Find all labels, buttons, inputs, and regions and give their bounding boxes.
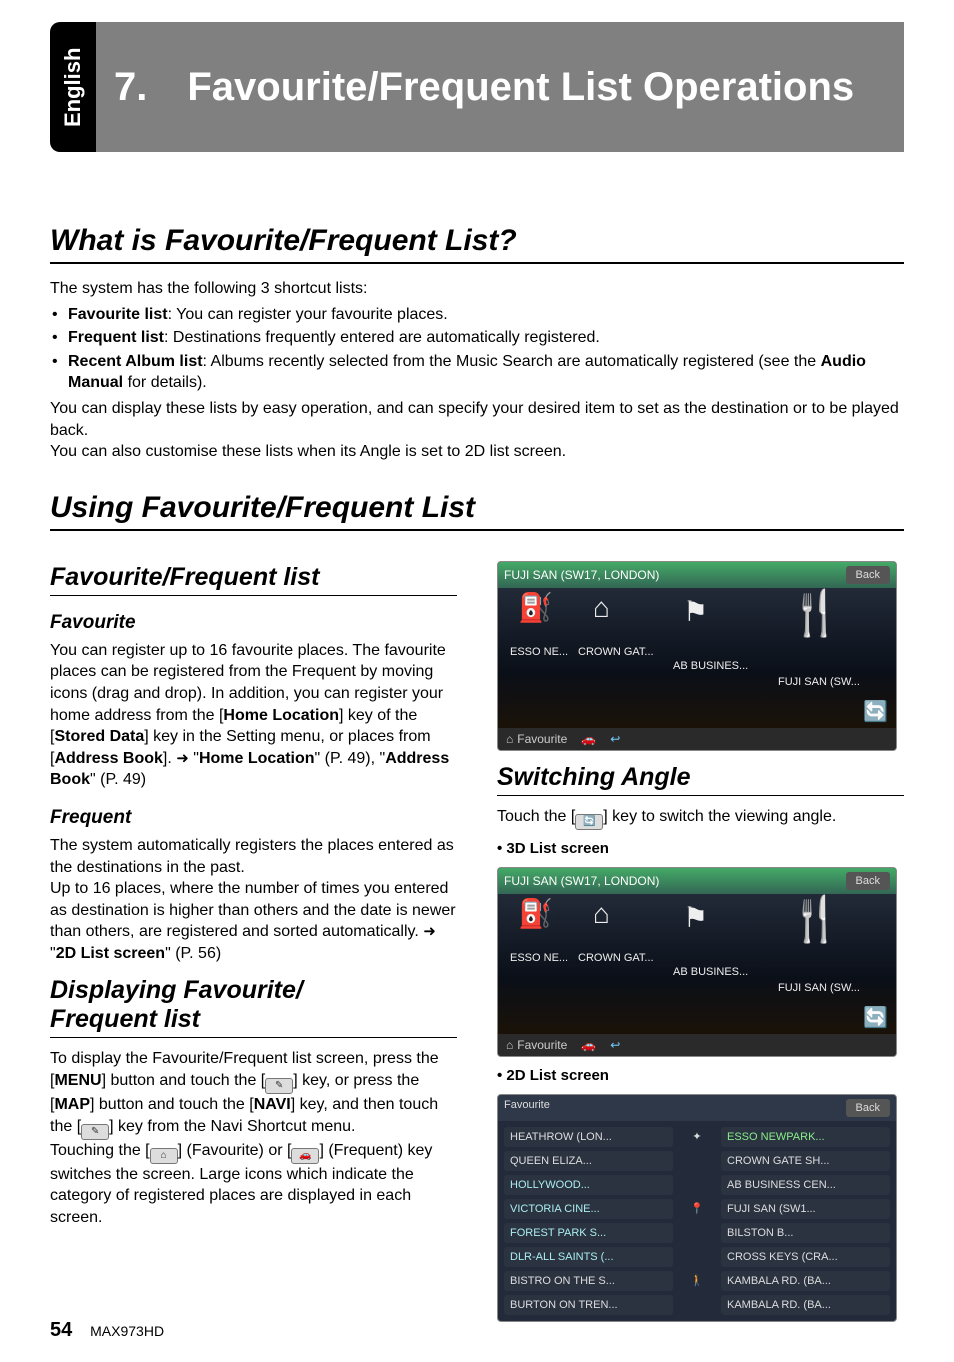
list-item[interactable]: QUEEN ELIZA... [504, 1151, 673, 1171]
ss-title: FUJI SAN (SW17, LONDON) [504, 874, 659, 888]
displaying-paragraph: To display the Favourite/Frequent list s… [50, 1048, 457, 1228]
screenshot-3d-list: FUJI SAN (SW17, LONDON) Back ⛽ ⌂ ⚑ 🍴 ESS… [497, 867, 897, 1057]
list-item[interactable]: FUJI SAN (SW1... [721, 1199, 890, 1219]
ss-label: CROWN GAT... [578, 646, 654, 658]
pointer-icon: 📍 [677, 1199, 717, 1219]
bullet-favourite: Favourite list: You can register your fa… [50, 304, 904, 326]
frequent-tab-icon[interactable]: 🚗 [581, 732, 596, 746]
back-button[interactable]: Back [846, 1099, 890, 1117]
frequent-p1: The system automatically registers the p… [50, 835, 457, 878]
list-item[interactable]: CROWN GATE SH... [721, 1151, 890, 1171]
subhead-displaying: Displaying Favourite/ Frequent list [50, 976, 457, 1038]
list-item[interactable]: HOLLYWOOD... [504, 1175, 673, 1195]
screenshot-3d-list-top: FUJI SAN (SW17, LONDON) Back ⛽ ⌂ ⚑ 🍴 ESS… [497, 561, 897, 751]
heading-frequent: Frequent [50, 807, 457, 829]
ss-label: FUJI SAN (SW... [778, 676, 860, 688]
subhead-fav-freq-list: Favourite/Frequent list [50, 563, 457, 596]
home-icon: ⌂ [593, 900, 610, 928]
bullet-3d-list: 3D List screen [497, 840, 904, 857]
shortcut-icon: ✎ [265, 1078, 293, 1094]
list-item[interactable]: VICTORIA CINE... [504, 1199, 673, 1219]
favourite-paragraph: You can register up to 16 favourite plac… [50, 640, 457, 791]
list-item[interactable]: BISTRO ON THE S... [504, 1271, 673, 1291]
ss2-title: Favourite [504, 1099, 550, 1117]
angle-switch-icon: 🔄 [575, 814, 603, 830]
chapter-banner: 7. Favourite/Frequent List Operations [96, 22, 904, 152]
list-item[interactable]: ESSO NEWPARK... [721, 1127, 890, 1147]
page-number: 54 [50, 1319, 72, 1341]
favourite-tab[interactable]: ⌂ Favourite [506, 732, 567, 746]
compass-icon: ✦ [677, 1127, 717, 1147]
heading-favourite: Favourite [50, 612, 457, 634]
section-using: Using Favourite/Frequent List [50, 491, 904, 531]
home-icon: ⌂ [593, 594, 610, 622]
bullet-recent-album: Recent Album list: Albums recently selec… [50, 351, 904, 394]
frequent-tab-icon: 🚗 [291, 1148, 319, 1164]
ss-label: AB BUSINES... [673, 966, 748, 978]
fork-knife-icon: 🍴 [788, 898, 843, 942]
bullet-frequent: Frequent list: Destinations frequently e… [50, 327, 904, 349]
back-button[interactable]: Back [846, 566, 890, 584]
ss-label: ESSO NE... [510, 952, 568, 964]
list-item[interactable]: KAMBALA RD. (BA... [721, 1295, 890, 1315]
person-icon: 🚶 [677, 1271, 717, 1291]
flag-icon: ⚑ [683, 598, 708, 626]
list-item[interactable]: KAMBALA RD. (BA... [721, 1271, 890, 1291]
model-label: MAX973HD [90, 1323, 164, 1339]
intro-line: The system has the following 3 shortcut … [50, 278, 904, 300]
subhead-switching-angle: Switching Angle [497, 763, 904, 796]
shortcut-icon: ✎ [81, 1124, 109, 1140]
frequent-tab-icon[interactable]: 🚗 [581, 1038, 596, 1052]
screenshot-2d-list: Favourite Back HEATHROW (LON... ✦ ESSO N… [497, 1094, 897, 1322]
fuel-icon: ⛽ [518, 594, 553, 622]
list-item[interactable]: DLR-ALL SAINTS (... [504, 1247, 673, 1267]
para-display: You can display these lists by easy oper… [50, 398, 904, 441]
section-what-is: What is Favourite/Frequent List? [50, 224, 904, 264]
list-item[interactable]: AB BUSINESS CEN... [721, 1175, 890, 1195]
turn-icon[interactable]: ↩ [610, 732, 620, 746]
ss-label: FUJI SAN (SW... [778, 982, 860, 994]
list-item[interactable]: BILSTON B... [721, 1223, 890, 1243]
back-button[interactable]: Back [846, 872, 890, 890]
fork-knife-icon: 🍴 [788, 592, 843, 636]
list-item[interactable]: BURTON ON TREN... [504, 1295, 673, 1315]
switching-angle-text: Touch the [🔄] key to switch the viewing … [497, 806, 904, 830]
language-tab: English [50, 22, 96, 152]
ss-label: ESSO NE... [510, 646, 568, 658]
list-item[interactable]: FOREST PARK S... [504, 1223, 673, 1243]
list-item[interactable]: CROSS KEYS (CRA... [721, 1247, 890, 1267]
ss-label: AB BUSINES... [673, 660, 748, 672]
para-customise: You can also customise these lists when … [50, 441, 904, 463]
page-footer: 54 MAX973HD [50, 1319, 164, 1342]
arrow-icon: ➜ [423, 923, 436, 940]
ss-label: CROWN GAT... [578, 952, 654, 964]
flag-icon: ⚑ [683, 904, 708, 932]
angle-icon[interactable]: 🔄 [863, 1005, 888, 1030]
arrow-icon: ➜ [176, 750, 189, 767]
ss-title: FUJI SAN (SW17, LONDON) [504, 568, 659, 582]
turn-icon[interactable]: ↩ [610, 1038, 620, 1052]
frequent-p2: Up to 16 places, where the number of tim… [50, 878, 457, 964]
list-item[interactable]: HEATHROW (LON... [504, 1127, 673, 1147]
favourite-tab-icon: ⌂ [150, 1148, 178, 1164]
angle-icon[interactable]: 🔄 [863, 699, 888, 724]
fuel-icon: ⛽ [518, 900, 553, 928]
favourite-tab[interactable]: ⌂ Favourite [506, 1038, 567, 1052]
bullet-2d-list: 2D List screen [497, 1067, 904, 1084]
